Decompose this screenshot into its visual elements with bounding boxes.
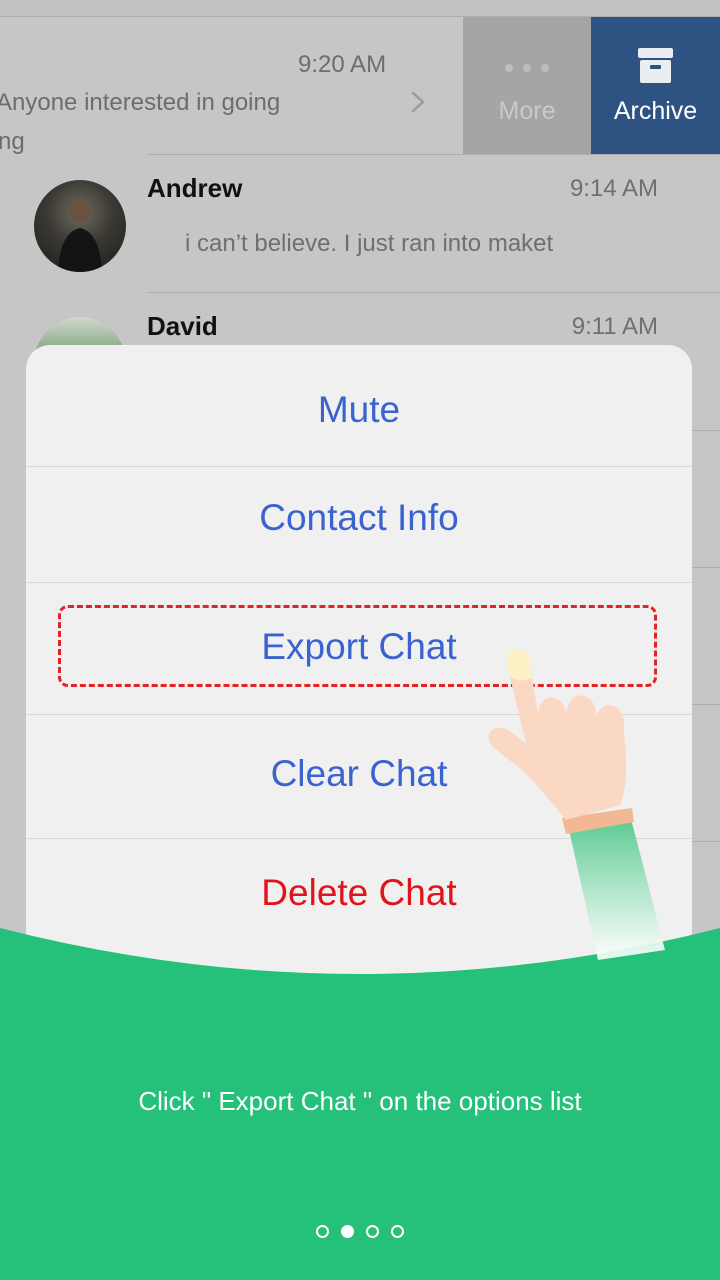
option-label: Contact Info (259, 497, 459, 538)
chat-row-andrew[interactable]: Andrew 9:14 AM i can’t believe. I just r… (0, 155, 720, 293)
archive-box-icon (638, 48, 673, 83)
more-label: More (498, 97, 556, 125)
avatar (34, 180, 126, 272)
row-divider (692, 704, 720, 705)
option-label: Mute (317, 389, 401, 430)
chat-preview: Anyone interested in going (0, 89, 281, 116)
more-button[interactable]: More (463, 17, 591, 154)
mute-option[interactable]: Mute (26, 345, 692, 467)
row-divider (692, 567, 720, 568)
page-dot-active[interactable] (341, 1225, 354, 1238)
page-dot[interactable] (316, 1225, 329, 1238)
archive-button[interactable]: Archive (591, 17, 720, 154)
page-indicator (0, 1225, 720, 1243)
archive-label: Archive (613, 97, 698, 125)
row-divider (692, 841, 720, 842)
page-dot[interactable] (391, 1225, 404, 1238)
more-dots-icon (463, 59, 591, 77)
row-divider (692, 430, 720, 431)
chat-time: 9:11 AM (571, 313, 658, 340)
chat-time: 9:20 AM (298, 51, 387, 78)
contact-info-option[interactable]: Contact Info (26, 467, 692, 583)
chat-name: Andrew (147, 173, 243, 203)
chevron-right-icon (411, 91, 425, 113)
chat-time: 9:14 AM (569, 175, 658, 202)
chat-preview: i can’t believe. I just ran into maket (185, 230, 554, 257)
chat-preview-continued: ng (0, 128, 25, 155)
chat-name: David (147, 311, 218, 341)
status-bar-strip (0, 0, 720, 17)
instruction-text: Click " Export Chat " on the options lis… (138, 1086, 582, 1116)
pointing-hand-icon (488, 649, 665, 960)
page-dot[interactable] (366, 1225, 379, 1238)
